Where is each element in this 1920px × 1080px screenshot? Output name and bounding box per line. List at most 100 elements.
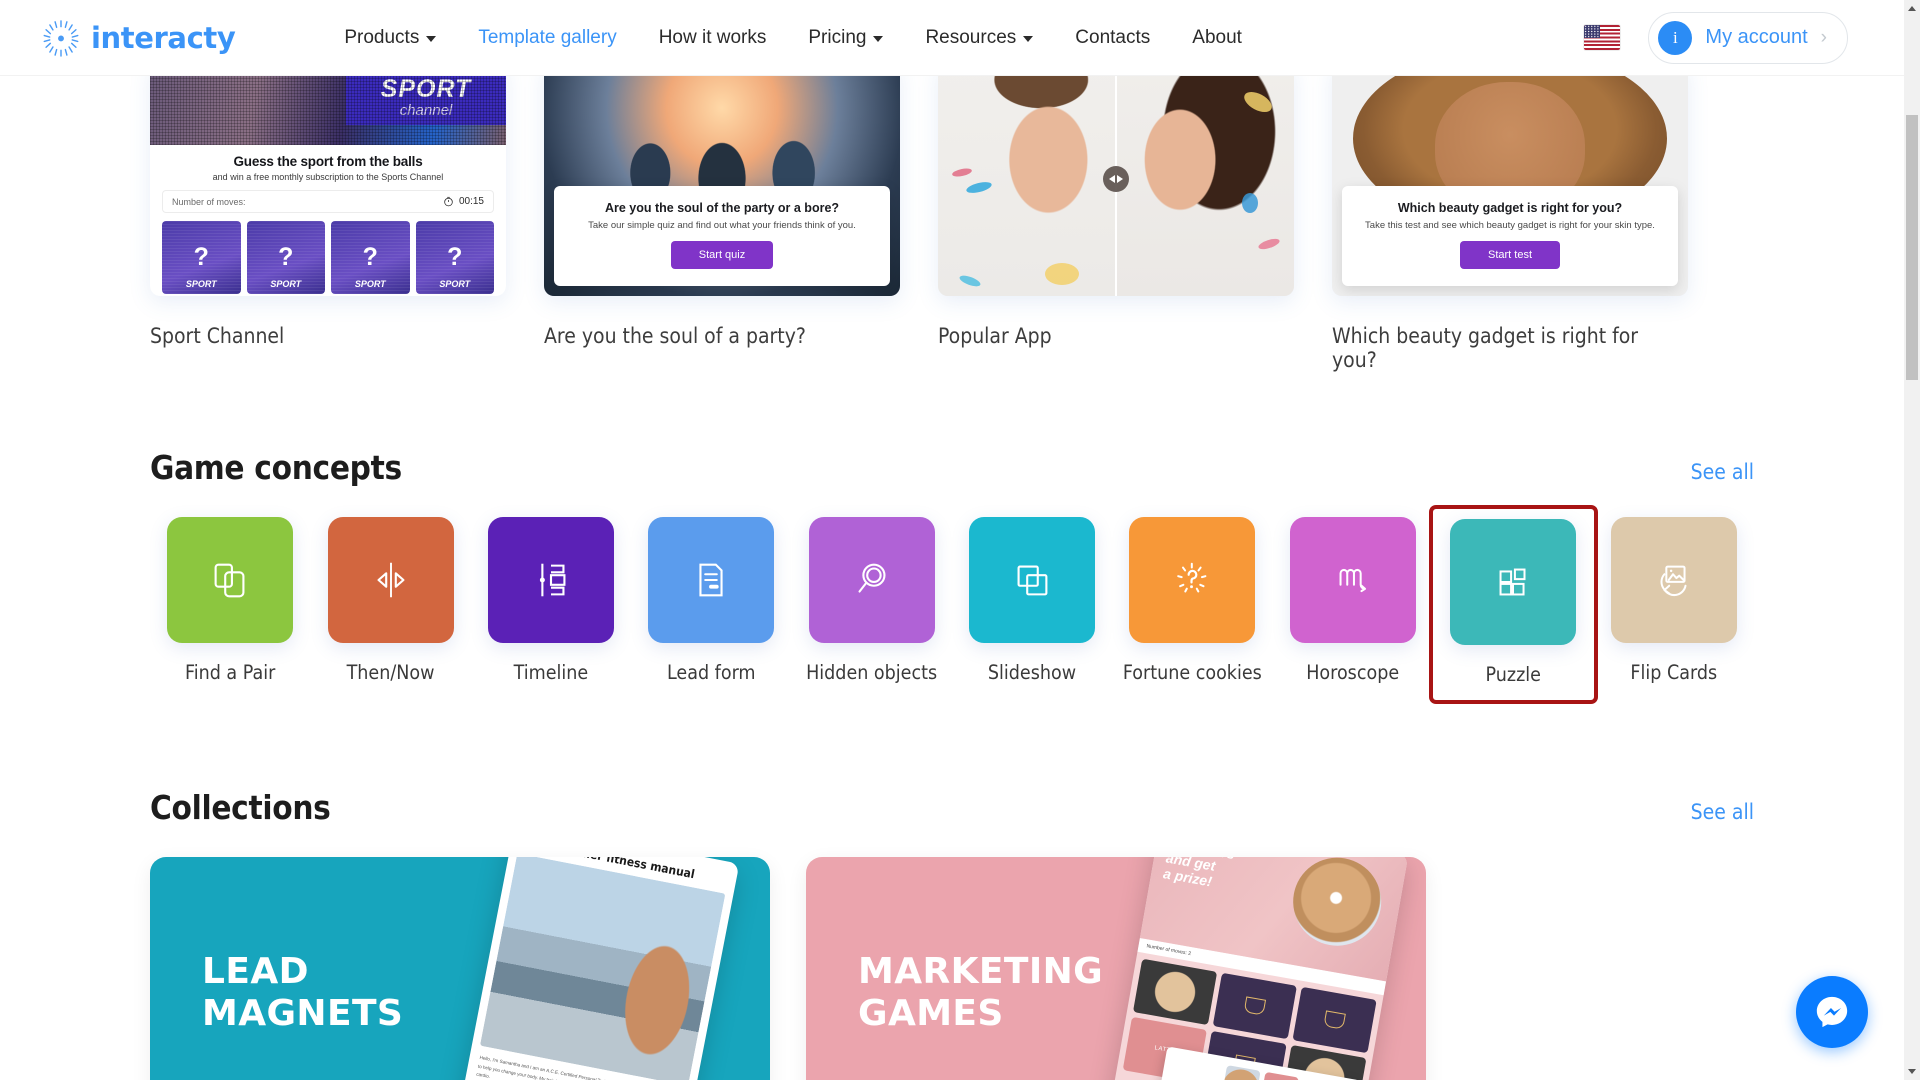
concept-tile[interactable] — [968, 517, 1095, 643]
concept-tile[interactable] — [808, 517, 935, 643]
see-all-game-concepts[interactable]: See all — [1691, 460, 1754, 484]
template-card[interactable]: Are you the soul of the party or a bore?… — [544, 76, 900, 372]
concept-tile[interactable] — [1289, 517, 1416, 643]
concept-tile[interactable] — [167, 517, 294, 643]
messenger-chat-button[interactable] — [1796, 976, 1868, 1048]
nav-item-how-it-works[interactable]: How it works — [638, 27, 788, 49]
quiz-overlay: Are you the soul of the party or a bore?… — [554, 186, 890, 286]
collection-card-marketing-games[interactable]: MARKETING GAMES MEMORY GAME Find pairs a… — [806, 857, 1426, 1080]
scroll-up-arrow-icon[interactable] — [1904, 0, 1920, 17]
sport-logo: SPORT channel — [346, 76, 506, 125]
sport-banner: SPORT channel — [150, 76, 506, 145]
vertical-scrollbar[interactable] — [1904, 0, 1920, 1080]
concept-tile[interactable] — [1610, 517, 1737, 643]
concept-fortune-cookies[interactable]: Fortune cookies — [1112, 509, 1272, 700]
flip-image-icon — [1660, 565, 1687, 597]
logo[interactable]: interacty — [42, 19, 236, 57]
header-actions: i My account › — [1584, 11, 1848, 64]
subline: and win a free monthly subscription to t… — [212, 172, 444, 182]
mock-card — [1292, 986, 1377, 1054]
concept-hidden-objects[interactable]: Hidden objects — [791, 509, 951, 700]
chevron-down-icon — [426, 35, 437, 42]
start-test-button[interactable]: Start test — [1459, 241, 1561, 269]
before-after-photo — [938, 76, 1294, 296]
start-quiz-button[interactable]: Start quiz — [670, 241, 774, 269]
nav-item-resources[interactable]: Resources — [904, 27, 1054, 49]
sport-body: Guess the sport from the balls and win a… — [150, 145, 506, 296]
card-face: ? — [193, 243, 209, 271]
template-card[interactable]: Popular App — [938, 76, 1294, 372]
nav-label: Contacts — [1075, 26, 1151, 48]
concept-slideshow[interactable]: Slideshow — [952, 509, 1112, 700]
concept-find-a-pair[interactable]: Find a Pair — [150, 509, 310, 700]
concept-tile[interactable] — [487, 517, 614, 643]
lead-magnet-mockup: Summer fitness manual Hello, I'm Samanth… — [452, 857, 740, 1080]
nav-label: Products — [344, 26, 420, 48]
page-scroll-area: SPORT channel Guess the sport from the b… — [0, 76, 1904, 1080]
concept-label: Fortune cookies — [1122, 661, 1262, 684]
my-account-button[interactable]: i My account › — [1648, 11, 1848, 64]
before-after-slider-icon — [377, 562, 405, 598]
avatar: i — [1658, 20, 1693, 55]
scorpio-zodiac-icon — [1339, 569, 1366, 593]
nav-item-about[interactable]: About — [1171, 27, 1263, 49]
collections-header: Collections See all — [150, 788, 1754, 827]
popup-photo-card — [1218, 1065, 1261, 1080]
memory-card[interactable]: ? SPORT — [246, 221, 325, 294]
nav-item-products[interactable]: Products — [323, 27, 457, 49]
concept-then-now[interactable]: Then/Now — [310, 509, 470, 700]
template-thumbnail[interactable]: Are you the soul of the party or a bore?… — [544, 76, 900, 296]
memory-card[interactable]: ? SPORT — [162, 221, 241, 294]
collection-card-lead-magnets[interactable]: LEAD MAGNETS Summer fitness manual Hello… — [150, 857, 770, 1080]
comparison-handle-icon[interactable] — [1103, 165, 1129, 192]
headline: Are you the soul of the party or a bore? — [604, 201, 840, 215]
concept-tile[interactable] — [327, 517, 454, 643]
nav-item-template-gallery[interactable]: Template gallery — [457, 27, 637, 49]
template-thumbnail[interactable]: Which beauty gadget is right for you? Ta… — [1332, 76, 1688, 296]
template-thumbnail[interactable] — [938, 76, 1294, 296]
card-face: ? — [278, 243, 294, 271]
concept-horoscope[interactable]: Horoscope — [1273, 509, 1433, 700]
concept-tile[interactable] — [1129, 517, 1256, 643]
nav-item-pricing[interactable]: Pricing — [787, 27, 904, 49]
headline: Which beauty gadget is right for you? — [1397, 201, 1623, 215]
see-all-collections[interactable]: See all — [1691, 800, 1754, 824]
concept-timeline[interactable]: Timeline — [471, 509, 631, 700]
template-title: Which beauty gadget is right for you? — [1332, 324, 1639, 372]
chevron-right-icon: › — [1820, 27, 1827, 48]
sunburst-logo-icon — [43, 19, 79, 57]
us-flag-icon[interactable] — [1584, 25, 1621, 50]
concept-puzzle[interactable]: Puzzle — [1428, 505, 1598, 704]
nav-label: Resources — [925, 26, 1017, 48]
timeline-icon — [539, 563, 566, 597]
template-title: Popular App — [938, 324, 1052, 348]
nav-item-contacts[interactable]: Contacts — [1054, 27, 1171, 49]
template-card[interactable]: SPORT channel Guess the sport from the b… — [150, 76, 506, 372]
main-navigation: Products Template gallery How it works P… — [323, 27, 1263, 49]
timer-value: 00:15 — [458, 196, 484, 207]
logo-text: interacty — [91, 20, 236, 55]
nav-label: Pricing — [808, 26, 867, 48]
concept-label: Lead form — [666, 661, 756, 684]
concept-label: Horoscope — [1306, 661, 1400, 684]
concept-lead-form[interactable]: Lead form — [631, 509, 791, 700]
puzzle-blocks-icon — [1499, 568, 1526, 596]
template-thumbnail[interactable]: SPORT channel Guess the sport from the b… — [150, 76, 506, 296]
card-face: ? — [447, 243, 463, 271]
memory-card[interactable]: ? SPORT — [331, 221, 410, 294]
question-spark-icon — [1177, 562, 1207, 593]
card-brand: SPORT — [185, 279, 217, 289]
concept-tile[interactable] — [1450, 519, 1577, 645]
scrollbar-thumb[interactable] — [1906, 115, 1918, 380]
concept-label: Hidden objects — [806, 661, 938, 684]
game-concepts-header: Game concepts See all — [150, 448, 1754, 487]
concept-tile[interactable] — [648, 517, 775, 643]
moves-bar: Number of moves: 00:15 — [162, 190, 494, 213]
scroll-down-arrow-icon[interactable] — [1904, 1063, 1920, 1080]
template-card[interactable]: Which beauty gadget is right for you? Ta… — [1332, 76, 1688, 372]
nav-label: About — [1192, 26, 1242, 48]
template-title: Sport Channel — [150, 324, 285, 348]
memory-card[interactable]: ? SPORT — [415, 221, 494, 294]
nav-label: Template gallery — [478, 26, 617, 48]
concept-flip-cards[interactable]: Flip Cards — [1594, 509, 1754, 700]
